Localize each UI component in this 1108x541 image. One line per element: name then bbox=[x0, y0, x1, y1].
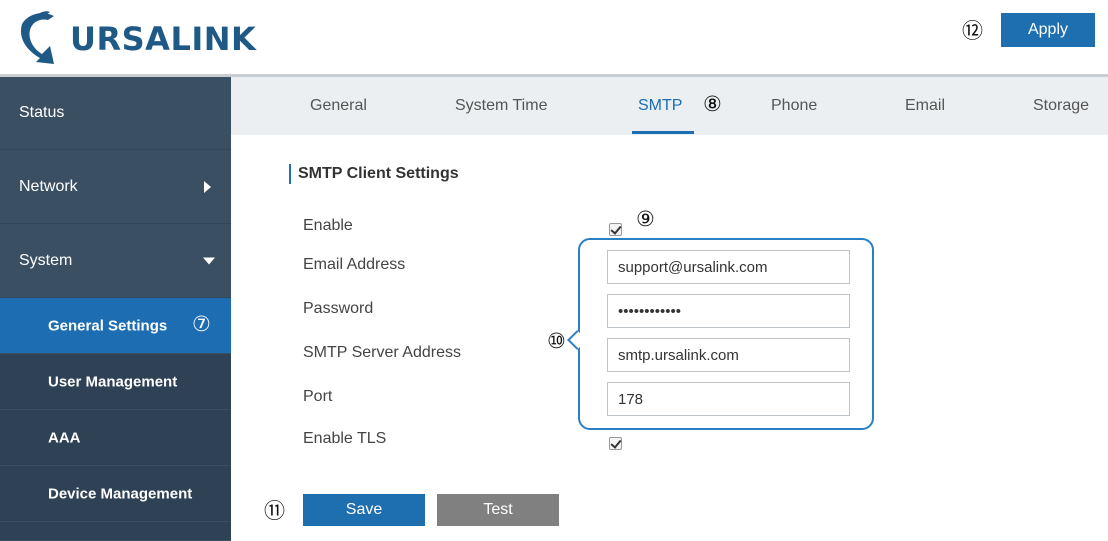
smtp-server-field[interactable] bbox=[607, 338, 850, 372]
tab-system-time[interactable]: System Time bbox=[455, 97, 547, 115]
sidebar-item-label: AAA bbox=[48, 429, 81, 446]
sidebar-item-label: Status bbox=[19, 104, 65, 121]
sidebar-item-aaa[interactable]: AAA bbox=[0, 410, 231, 466]
enable-tls-checkbox[interactable] bbox=[609, 437, 622, 450]
ursalink-logo: URSALINK bbox=[14, 6, 256, 70]
sidebar-item-more bbox=[0, 522, 231, 541]
enable-label: Enable bbox=[303, 217, 353, 234]
test-button[interactable]: Test bbox=[437, 494, 559, 526]
callout-11: ⑪ bbox=[264, 499, 285, 523]
apply-button[interactable]: Apply bbox=[1001, 13, 1095, 47]
logo-text: URSALINK bbox=[70, 20, 257, 58]
section-title: SMTP Client Settings bbox=[298, 165, 459, 182]
enable-checkbox[interactable] bbox=[609, 223, 622, 236]
sidebar-item-label: User Management bbox=[48, 373, 178, 390]
sidebar-item-label: System bbox=[19, 251, 73, 269]
callout-7: ⑦ bbox=[192, 312, 211, 336]
header: URSALINK ⑫ Apply bbox=[0, 0, 1108, 74]
tab-storage[interactable]: Storage bbox=[1033, 97, 1089, 115]
sidebar-item-general-settings[interactable]: General Settings ⑦ bbox=[0, 298, 231, 354]
sidebar-item-label: Device Management bbox=[48, 485, 193, 502]
smtp-server-label: SMTP Server Address bbox=[303, 344, 461, 361]
email-label: Email Address bbox=[303, 256, 406, 273]
port-field[interactable] bbox=[607, 382, 850, 416]
tab-smtp[interactable]: SMTP bbox=[638, 97, 682, 115]
callout-10: ⑩ bbox=[547, 329, 566, 353]
chevron-down-icon bbox=[203, 257, 215, 264]
port-label: Port bbox=[303, 388, 333, 405]
active-tab-indicator bbox=[632, 131, 694, 134]
sidebar-item-label: Network bbox=[19, 177, 78, 195]
tab-email[interactable]: Email bbox=[905, 97, 945, 115]
sidebar-item-status[interactable]: Status bbox=[0, 77, 231, 150]
section-marker bbox=[289, 164, 291, 184]
ursalink-logo-icon bbox=[20, 11, 54, 65]
enable-tls-label: Enable TLS bbox=[303, 430, 387, 447]
tab-general[interactable]: General bbox=[310, 97, 367, 115]
sidebar-item-network[interactable]: Network bbox=[0, 150, 231, 224]
chevron-right-icon bbox=[204, 180, 211, 193]
sidebar-item-device-management[interactable]: Device Management bbox=[0, 466, 231, 522]
tab-bar: General System Time SMTP ⑧ Phone Email S… bbox=[231, 77, 1108, 135]
sidebar-item-user-management[interactable]: User Management bbox=[0, 354, 231, 410]
callout-12: ⑫ bbox=[962, 19, 983, 43]
sidebar-item-system[interactable]: System bbox=[0, 224, 231, 298]
email-field[interactable] bbox=[607, 250, 850, 284]
save-button[interactable]: Save bbox=[303, 494, 425, 526]
tab-phone[interactable]: Phone bbox=[771, 97, 817, 115]
sidebar: Status Network System General Settings ⑦… bbox=[0, 77, 231, 541]
password-field[interactable] bbox=[607, 294, 850, 328]
callout-9: ⑨ bbox=[636, 207, 655, 231]
password-label: Password bbox=[303, 300, 374, 317]
callout-8: ⑧ bbox=[703, 92, 722, 116]
sidebar-item-label: General Settings bbox=[48, 317, 168, 334]
